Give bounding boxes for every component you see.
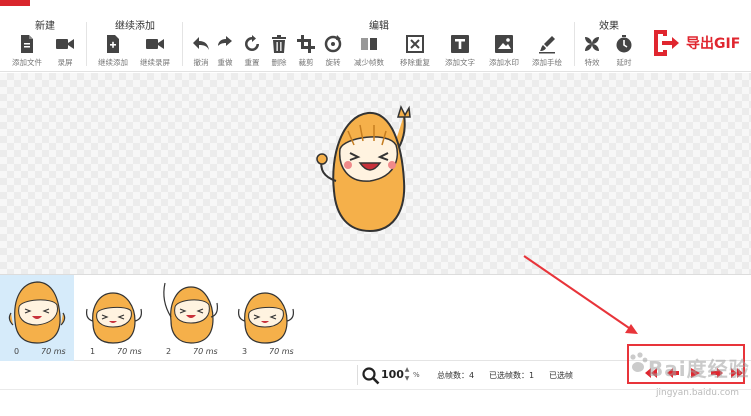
group-effects: 效果 特效 延时 <box>578 0 640 72</box>
frame-thumbnail[interactable]: 0 70 ms <box>0 275 74 361</box>
group-title-new: 新建 <box>35 21 55 32</box>
egg-character-image <box>316 104 411 233</box>
export-icon <box>654 30 679 56</box>
reduce-frames-label: 减少帧数 <box>354 58 384 67</box>
frame-thumbnail[interactable]: 1 70 ms <box>76 275 150 361</box>
add-watermark-label: 添加水印 <box>489 58 519 67</box>
brush-icon <box>539 36 555 54</box>
export-gif-label: 导出GIF <box>686 36 741 52</box>
group-title-continue: 继续添加 <box>115 21 155 32</box>
rotate-icon <box>324 35 342 53</box>
frame-index: 1 <box>90 347 96 356</box>
continue-add-button[interactable]: 继续添加 <box>92 32 134 68</box>
group-title-edit: 编辑 <box>369 21 389 32</box>
continue-record-label: 继续录屏 <box>140 58 170 67</box>
remove-duplicate-label: 移除重复 <box>400 58 430 67</box>
group-new: 新建 添加文件 录屏 <box>6 0 84 72</box>
group-edit: 编辑 撤消 重做 重置 删除 裁剪 旋转 减少帧数 移除重复 添加文字 添加水印… <box>186 0 572 72</box>
reduce-frames-button[interactable]: 减少帧数 <box>348 32 390 68</box>
add-watermark-button[interactable]: 添加水印 <box>483 32 525 68</box>
frame-image <box>163 282 218 344</box>
record-screen-label: 录屏 <box>57 58 73 67</box>
watermark-icon <box>495 35 513 53</box>
file-add-icon <box>107 35 119 53</box>
continue-record-button[interactable]: 继续录屏 <box>134 32 176 68</box>
watermark: Bai度经验 jingyan.baidu.com <box>628 350 750 410</box>
delay-button[interactable]: 延时 <box>603 32 645 68</box>
toolbar: 新建 添加文件 录屏 继续添加 继续添加 继续录屏 编辑 撤消 重做 重置 删除… <box>0 0 751 72</box>
separator <box>86 22 87 66</box>
text-icon <box>451 35 469 53</box>
pinwheel-icon <box>585 37 599 51</box>
reduce-frames-icon <box>361 38 377 50</box>
frame-duration: 70 ms <box>117 347 142 356</box>
zoom-unit: % <box>413 371 420 379</box>
paw-icon <box>630 352 648 372</box>
preview-canvas[interactable] <box>0 73 751 275</box>
chevron-down-icon[interactable]: ▼ <box>402 374 412 383</box>
frame-thumbnail[interactable]: 3 70 ms <box>228 275 302 361</box>
video-camera-icon <box>56 39 74 49</box>
add-text-label: 添加文字 <box>445 58 475 67</box>
continue-add-label: 继续添加 <box>98 58 128 67</box>
frame-index: 3 <box>242 347 248 356</box>
frame-image <box>8 281 66 344</box>
frame-duration: 70 ms <box>269 347 294 356</box>
selected-frames-count: 已选帧数：1 <box>489 371 535 380</box>
delay-label: 延时 <box>616 58 632 67</box>
zoom-stepper[interactable]: ▲ ▼ <box>402 365 412 385</box>
zoom-value[interactable]: 100 <box>381 368 404 381</box>
record-screen-button[interactable]: 录屏 <box>44 32 86 68</box>
stopwatch-icon <box>616 35 632 53</box>
chevron-up-icon[interactable]: ▲ <box>402 365 412 374</box>
frame-index: 2 <box>166 347 172 356</box>
add-file-button[interactable]: 添加文件 <box>6 32 48 68</box>
frame-duration: 70 ms <box>41 347 66 356</box>
zoom-icon[interactable] <box>362 367 380 385</box>
watermark-brand: Bai度经验 <box>648 357 750 381</box>
remove-duplicate-icon <box>406 35 424 53</box>
frame-thumbnail[interactable]: 2 70 ms <box>152 275 226 361</box>
file-icon <box>21 35 33 53</box>
frame-image <box>238 292 294 344</box>
remove-duplicate-button[interactable]: 移除重复 <box>394 32 436 68</box>
frame-duration: 70 ms <box>193 347 218 356</box>
frame-index: 0 <box>14 347 20 356</box>
add-file-label: 添加文件 <box>12 58 42 67</box>
frame-image <box>86 292 142 344</box>
selected-frames-partial: 已选帧 <box>549 371 573 380</box>
video-camera-icon <box>146 39 164 49</box>
total-frames-count: 总帧数：4 <box>437 371 475 380</box>
export-gif-button[interactable]: 导出GIF <box>650 26 745 60</box>
add-handwriting-label: 添加手绘 <box>532 58 562 67</box>
separator <box>357 365 358 385</box>
group-title-effects: 效果 <box>599 21 619 32</box>
add-text-button[interactable]: 添加文字 <box>439 32 481 68</box>
group-continue: 继续添加 继续添加 继续录屏 <box>90 0 180 72</box>
add-handwriting-button[interactable]: 添加手绘 <box>526 32 568 68</box>
watermark-site: jingyan.baidu.com <box>656 388 740 398</box>
